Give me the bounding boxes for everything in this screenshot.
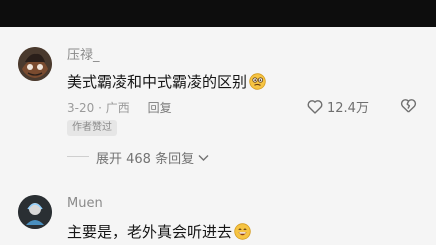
thinking-face-icon: [249, 73, 266, 90]
chevron-down-icon: [198, 154, 209, 161]
comment-text-content: 美式霸凌和中式霸凌的区别: [67, 73, 248, 91]
avatar-image: [18, 195, 52, 229]
comment-username[interactable]: Muen: [67, 196, 103, 211]
grinning-face-icon: [234, 223, 251, 240]
comment-text: 主要是，老外真会听进去: [67, 221, 251, 242]
comment-username[interactable]: 压禄_: [67, 44, 100, 63]
comment-date: 3-20: [67, 101, 95, 115]
comment-text: 美式霸凌和中式霸凌的区别: [67, 71, 266, 92]
like-count: 12.4万: [327, 101, 369, 116]
broken-heart-icon: [400, 99, 417, 113]
heart-icon: [307, 100, 323, 114]
expand-replies-label: 展开 468 条回复: [96, 152, 195, 167]
expand-replies-button[interactable]: 展开 468 条回复: [96, 148, 209, 167]
comment-list: [0, 27, 436, 245]
like-button[interactable]: 12.4万: [307, 97, 369, 116]
author-liked-badge: 作者赞过: [67, 120, 117, 136]
top-black-bar: [0, 0, 436, 27]
reply-button[interactable]: 回复: [148, 101, 172, 115]
meta-dot: ·: [98, 101, 102, 115]
dislike-button[interactable]: [400, 98, 417, 117]
comment-location: 广西: [105, 101, 130, 115]
avatar-image: [18, 47, 52, 81]
comment-meta: 3-20 · 广西 回复: [67, 99, 172, 116]
expand-divider: [67, 156, 89, 157]
avatar[interactable]: [18, 195, 52, 229]
avatar[interactable]: [18, 47, 52, 81]
comment-text-content: 主要是，老外真会听进去: [67, 223, 233, 241]
